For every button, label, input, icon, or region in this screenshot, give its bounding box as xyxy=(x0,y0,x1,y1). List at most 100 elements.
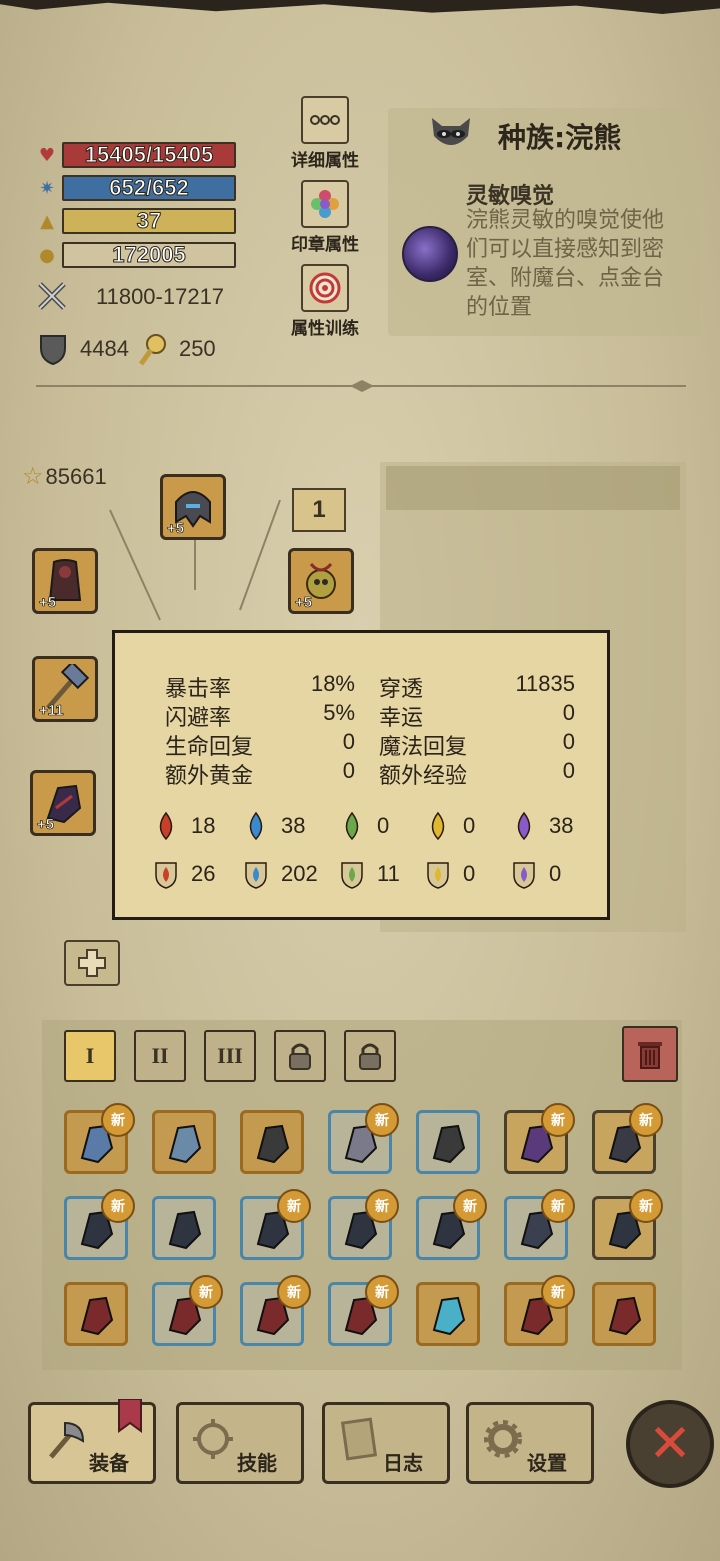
race-panel: 种族:浣熊 灵敏嗅觉 浣熊灵敏的嗅觉使他们可以直接感知到密室、附魔台、点金台的位… xyxy=(388,108,700,336)
close-icon: ✕ xyxy=(648,1414,692,1474)
nav-equipment-label: 装备 xyxy=(89,1451,129,1475)
tooltip-label: 穿透 xyxy=(379,677,424,702)
trash-button[interactable] xyxy=(622,1026,678,1082)
inventory-item[interactable] xyxy=(152,1110,216,1174)
arcane-resist-icon xyxy=(513,862,535,889)
tooltip-value: 0 xyxy=(562,700,575,725)
tooltip-label: 幸运 xyxy=(379,706,424,731)
inventory-item[interactable]: 新 xyxy=(592,1103,663,1174)
skill-description: 浣熊灵敏的嗅觉使他们可以直接感知到密室、附魔台、点金台的位置 xyxy=(466,208,665,320)
mace-icon xyxy=(432,1124,466,1164)
crossed-swords-icon xyxy=(36,280,70,314)
raccoon-skill-icon xyxy=(402,226,458,282)
nav-settings[interactable]: 设置 xyxy=(466,1402,594,1484)
nav-skills[interactable]: 技能 xyxy=(176,1402,304,1484)
inventory-item[interactable]: 新 xyxy=(152,1275,223,1346)
nature-attack-stat: 0 xyxy=(339,811,389,841)
detail-attr-label: 详细属性 xyxy=(291,151,359,171)
water-attack-value: 38 xyxy=(281,813,306,838)
arcane-resist-value: 0 xyxy=(549,861,562,886)
amulet-slot[interactable]: +5 xyxy=(288,548,354,614)
inventory-item[interactable]: 新 xyxy=(504,1275,575,1346)
nature-attack-value: 0 xyxy=(377,813,390,838)
inventory-item[interactable] xyxy=(592,1282,656,1346)
tooltip-label: 额外黄金 xyxy=(165,764,254,789)
nature-resist-icon xyxy=(341,862,363,889)
new-badge: 新 xyxy=(365,1189,399,1223)
detail-attr-button[interactable]: 详细属性 xyxy=(285,96,365,171)
level-row: ▲ 37 xyxy=(36,206,236,236)
weapon-slot[interactable]: +11 xyxy=(32,656,98,722)
inventory-item[interactable]: 新 xyxy=(504,1189,575,1260)
inventory-item[interactable]: 新 xyxy=(64,1189,135,1260)
fire-resist-stat: 26 xyxy=(153,859,215,889)
gear-icon xyxy=(484,1420,522,1458)
add-slot-button[interactable] xyxy=(64,940,120,986)
inventory-item[interactable] xyxy=(64,1282,128,1346)
fire-resist-value: 26 xyxy=(191,861,216,886)
magic-resist-value: 250 xyxy=(178,336,216,361)
target-icon xyxy=(301,264,349,312)
heart-icon: ♥ xyxy=(38,144,56,166)
helmet-plus: +5 xyxy=(167,520,185,538)
water-resist-stat: 202 xyxy=(243,859,318,889)
tooltip-label: 生命回复 xyxy=(165,735,254,760)
inventory-item[interactable] xyxy=(152,1196,216,1260)
offhand-slot[interactable]: +5 xyxy=(30,770,96,836)
hammer-icon xyxy=(168,1124,202,1164)
inventory-tab-1[interactable]: I xyxy=(64,1030,116,1082)
flower-seal-icon xyxy=(301,180,349,228)
inventory-item[interactable]: 新 xyxy=(240,1275,311,1346)
arcane-resist-stat: 0 xyxy=(511,859,561,889)
nav-journal-label: 日志 xyxy=(383,1451,423,1475)
inventory-tab-2[interactable]: II xyxy=(134,1030,186,1082)
inventory-item[interactable]: 新 xyxy=(592,1189,663,1260)
lock-icon xyxy=(359,1043,381,1070)
right-panel-header xyxy=(386,466,680,510)
inventory-item[interactable]: 新 xyxy=(416,1189,487,1260)
cape-plus: +5 xyxy=(39,594,57,612)
inventory-item[interactable]: 新 xyxy=(64,1103,135,1174)
inventory-item[interactable]: 新 xyxy=(504,1103,575,1174)
bookmark-icon xyxy=(118,1399,142,1433)
arcane-attack-icon xyxy=(517,811,531,841)
inventory-item[interactable] xyxy=(240,1110,304,1174)
seal-attr-button[interactable]: 印章属性 xyxy=(285,180,365,255)
close-button[interactable]: ✕ xyxy=(626,1400,714,1488)
inventory-tab-locked-4[interactable] xyxy=(274,1030,326,1082)
tooltip-value: 18% xyxy=(310,671,355,696)
tooltip-value: 0 xyxy=(342,758,355,783)
light-resist-stat: 0 xyxy=(425,859,475,889)
inventory-item[interactable]: 新 xyxy=(328,1275,399,1346)
inventory-tab-3[interactable]: III xyxy=(204,1030,256,1082)
fire-attack-icon xyxy=(159,811,173,841)
amulet-plus: +5 xyxy=(295,594,313,612)
new-badge: 新 xyxy=(101,1189,135,1223)
train-attr-button[interactable]: 属性训练 xyxy=(285,264,365,339)
cape-slot[interactable]: +5 xyxy=(32,548,98,614)
triangle-icon: ▲ xyxy=(40,210,54,232)
nav-journal[interactable]: 日志 xyxy=(322,1402,450,1484)
new-badge: 新 xyxy=(453,1189,487,1223)
inventory-item[interactable]: 新 xyxy=(328,1189,399,1260)
gold-bar: 172005 xyxy=(62,242,236,268)
defense-stat: 4484 250 xyxy=(36,332,216,366)
inventory-item[interactable] xyxy=(416,1110,480,1174)
race-title: 种族:浣熊 xyxy=(498,121,622,154)
level-badge[interactable]: 1 xyxy=(292,488,346,532)
tooltip-label: 魔法回复 xyxy=(379,735,468,760)
boots-icon xyxy=(80,1296,114,1336)
inventory-item[interactable]: 新 xyxy=(240,1189,311,1260)
tooltip-value: 5% xyxy=(323,700,355,725)
inventory-tab-locked-5[interactable] xyxy=(344,1030,396,1082)
inventory-item[interactable]: 新 xyxy=(328,1103,399,1174)
new-badge: 新 xyxy=(541,1275,575,1309)
hp-row: ♥ 15405/15405 xyxy=(36,140,236,170)
nav-equipment[interactable]: 装备 xyxy=(28,1399,156,1484)
tooltip-label: 暴击率 xyxy=(165,677,232,702)
trash-icon xyxy=(638,1042,662,1069)
nature-attack-icon xyxy=(345,811,359,841)
helmet-slot[interactable]: +5 xyxy=(160,474,226,540)
inventory-item[interactable] xyxy=(416,1282,480,1346)
tooltip-value: 0 xyxy=(562,758,575,783)
